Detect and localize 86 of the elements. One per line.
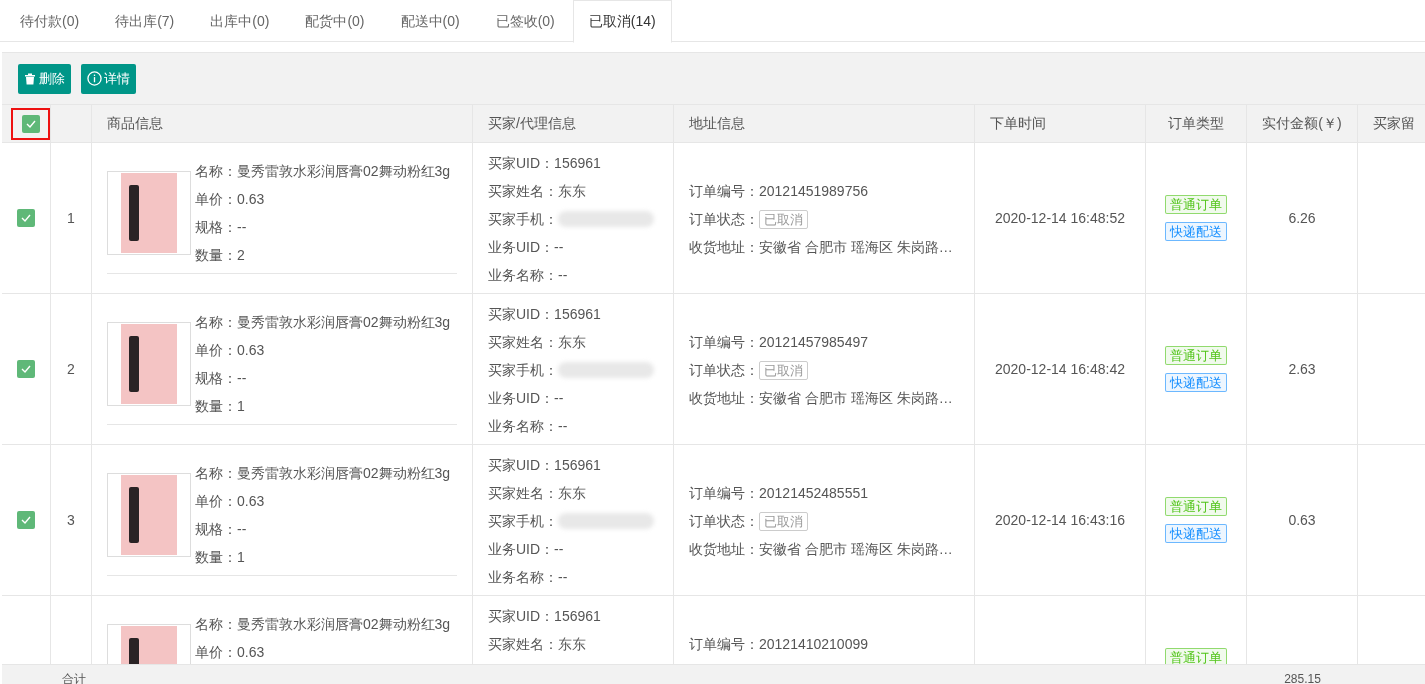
product-detail: 数量：2: [195, 246, 246, 265]
tab[interactable]: 配送中(0): [382, 0, 478, 42]
toolbar-button[interactable]: 详情: [81, 63, 136, 94]
tab[interactable]: 待出库(7): [97, 0, 193, 42]
info-icon: [87, 71, 102, 86]
buyer-detail: 业务UID：--: [488, 540, 565, 559]
buyer-detail: 买家姓名：东东: [488, 635, 587, 654]
address-detail: 收货地址：安徽省 合肥市 瑶海区 朱岗路…: [689, 540, 954, 559]
buyer-detail: 业务名称：--: [488, 417, 569, 436]
checkbox[interactable]: [21, 114, 40, 133]
toolbar-button[interactable]: 删除: [18, 63, 71, 94]
product-detail: 规格：--: [195, 218, 248, 237]
product-detail: 单价：0.63: [195, 341, 266, 360]
column-header: 商品信息: [107, 114, 163, 133]
product-detail: 名称：曼秀雷敦水彩润唇膏02舞动粉红3g: [195, 615, 451, 634]
buyer-detail: 买家手机：: [488, 210, 558, 229]
buyer-detail: 业务名称：--: [488, 568, 569, 587]
column-header: 实付金额(￥): [1262, 114, 1342, 133]
column-header: 地址信息: [689, 114, 745, 133]
row-number: 3: [67, 511, 75, 530]
buyer-detail: 买家UID：156961: [488, 305, 602, 324]
buyer-detail: 买家UID：156961: [488, 456, 602, 475]
paid-amount: 2.63: [1288, 360, 1316, 379]
status-badge: 已取消: [759, 209, 808, 229]
checkbox[interactable]: [17, 209, 35, 227]
address-detail: 订单编号：20121451989756: [689, 182, 869, 201]
buyer-detail: 买家姓名：东东: [488, 182, 587, 201]
column-header: 买家留: [1373, 114, 1415, 133]
tab[interactable]: 已取消(14): [572, 0, 672, 43]
buyer-detail: 买家手机：: [488, 512, 558, 531]
buyer-detail: 买家UID：156961: [488, 607, 602, 626]
column-header: 订单类型: [1168, 114, 1224, 133]
paid-amount: 6.26: [1288, 209, 1316, 228]
column-header: 买家/代理信息: [488, 114, 576, 133]
product-detail: 规格：--: [195, 369, 248, 388]
address-detail: 订单状态：: [689, 361, 759, 380]
address-detail: 订单编号：20121452485551: [689, 484, 869, 503]
product-detail: 数量：1: [195, 397, 246, 416]
buyer-detail: 业务名称：--: [488, 266, 569, 285]
row-number: 2: [67, 360, 75, 379]
total-amount: 285.15: [1284, 671, 1321, 684]
order-time: 2020-12-14 16:48:52: [995, 209, 1125, 228]
checkbox[interactable]: [17, 360, 35, 378]
order-type-tag: 普通订单: [1165, 497, 1227, 516]
buyer-detail: 业务UID：--: [488, 238, 565, 257]
buyer-detail: 业务UID：--: [488, 389, 565, 408]
order-type-tag: 普通订单: [1165, 346, 1227, 365]
product-detail: 单价：0.63: [195, 492, 266, 511]
checkmark-icon: [20, 363, 32, 375]
paid-amount: 0.63: [1288, 511, 1316, 530]
checkbox[interactable]: [17, 511, 35, 529]
order-time: 2020-12-14 16:43:16: [995, 511, 1125, 530]
order-type-tag: 快递配送: [1165, 373, 1227, 392]
product-detail: 名称：曼秀雷敦水彩润唇膏02舞动粉红3g: [195, 162, 451, 181]
tab[interactable]: 已签收(0): [477, 0, 573, 42]
order-type-tag: 普通订单: [1165, 195, 1227, 214]
order-time: 2020-12-14 16:48:42: [995, 360, 1125, 379]
order-type-tag: 快递配送: [1165, 524, 1227, 543]
address-detail: 收货地址：安徽省 合肥市 瑶海区 朱岗路…: [689, 389, 954, 408]
column-header: 下单时间: [990, 114, 1046, 133]
buyer-detail: 买家UID：156961: [488, 154, 602, 173]
tab[interactable]: 配货中(0): [287, 0, 383, 42]
product-detail: 数量：1: [195, 548, 246, 567]
product-detail: 名称：曼秀雷敦水彩润唇膏02舞动粉红3g: [195, 313, 451, 332]
product-detail: 规格：--: [195, 520, 248, 539]
buyer-detail: 买家姓名：东东: [488, 484, 587, 503]
address-detail: 收货地址：安徽省 合肥市 瑶海区 朱岗路…: [689, 238, 954, 257]
buyer-detail: 买家姓名：东东: [488, 333, 587, 352]
trash-icon: [24, 72, 36, 85]
tab[interactable]: 出库中(0): [192, 0, 288, 42]
product-detail: 单价：0.63: [195, 643, 266, 662]
buyer-detail: 买家手机：: [488, 361, 558, 380]
total-label: 合计: [62, 671, 86, 684]
status-badge: 已取消: [759, 360, 808, 380]
status-badge: 已取消: [759, 511, 808, 531]
row-number: 1: [67, 209, 75, 228]
address-detail: 订单状态：: [689, 210, 759, 229]
product-detail: 单价：0.63: [195, 190, 266, 209]
checkmark-icon: [20, 212, 32, 224]
address-detail: 订单编号：20121457985497: [689, 333, 869, 352]
product-detail: 名称：曼秀雷敦水彩润唇膏02舞动粉红3g: [195, 464, 451, 483]
order-type-tag: 快递配送: [1165, 222, 1227, 241]
checkmark-icon: [20, 514, 32, 526]
tab[interactable]: 待付款(0): [2, 0, 98, 42]
address-detail: 订单状态：: [689, 512, 759, 531]
address-detail: 订单编号：20121410210099: [689, 635, 869, 654]
